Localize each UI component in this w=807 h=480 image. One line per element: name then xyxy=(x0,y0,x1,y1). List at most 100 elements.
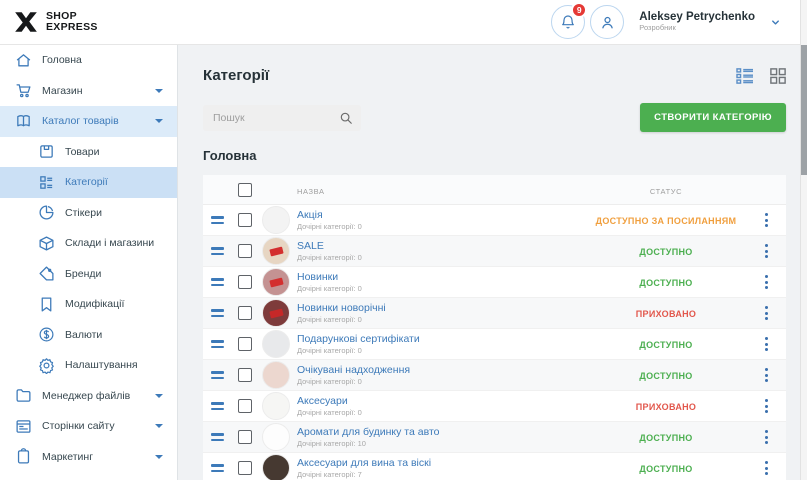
sidebar-item-file-manager[interactable]: Менеджер файлів xyxy=(0,381,177,412)
row-checkbox[interactable] xyxy=(238,399,252,413)
category-name-link[interactable]: Аксесуари для вина та віскі xyxy=(297,457,586,470)
row-menu-button[interactable] xyxy=(762,458,771,478)
user-menu-chevron-icon[interactable] xyxy=(770,17,781,28)
sidebar-item-label: Категорії xyxy=(65,176,108,188)
row-menu-button[interactable] xyxy=(762,334,771,354)
status-label: ДОСТУПНО xyxy=(639,371,692,381)
categories-icon xyxy=(38,174,55,191)
children-count: Дочірні категорії: 0 xyxy=(297,346,586,355)
children-count: Дочірні категорії: 0 xyxy=(297,222,586,231)
children-count: Дочірні категорії: 7 xyxy=(297,470,586,479)
children-count: Дочірні категорії: 0 xyxy=(297,253,586,262)
row-checkbox[interactable] xyxy=(238,430,252,444)
sidebar-item-brands[interactable]: Бренди xyxy=(0,259,177,290)
sidebar-item-catalog[interactable]: Каталог товарів xyxy=(0,106,177,137)
category-thumbnail xyxy=(262,206,290,234)
settings-icon xyxy=(38,357,55,374)
list-view-toggle[interactable] xyxy=(736,68,754,84)
sidebar-item-home[interactable]: Головна xyxy=(0,45,177,76)
grid-view-icon xyxy=(770,68,786,84)
sidebar-item-currencies[interactable]: Валюти xyxy=(0,320,177,351)
sidebar-item-warehouses[interactable]: Склади і магазини xyxy=(0,228,177,259)
row-menu-button[interactable] xyxy=(762,272,771,292)
row-menu-button[interactable] xyxy=(762,396,771,416)
search-input[interactable] xyxy=(203,105,361,131)
drag-handle[interactable] xyxy=(211,464,224,472)
row-checkbox[interactable] xyxy=(238,275,252,289)
children-count: Дочірні категорії: 10 xyxy=(297,439,586,448)
select-all-checkbox[interactable] xyxy=(238,183,252,197)
scrollbar-thumb[interactable] xyxy=(801,45,807,175)
category-name-link[interactable]: Подарункові сертифікати xyxy=(297,333,586,346)
category-name-link[interactable]: Новинки xyxy=(297,271,586,284)
sidebar-item-marketing[interactable]: Маркетинг xyxy=(0,442,177,473)
table-row: Очікувані надходження Дочірні категорії:… xyxy=(203,360,786,391)
avatar[interactable] xyxy=(590,5,624,39)
row-checkbox[interactable] xyxy=(238,213,252,227)
row-menu-button[interactable] xyxy=(762,241,771,261)
category-thumbnail xyxy=(262,330,290,358)
row-checkbox[interactable] xyxy=(238,337,252,351)
create-category-button[interactable]: СТВОРИТИ КАТЕГОРІЮ xyxy=(640,103,786,132)
category-name-link[interactable]: Аксесуари xyxy=(297,395,586,408)
sidebar-item-label: Товари xyxy=(65,146,99,158)
status-label: ДОСТУПНО xyxy=(639,278,692,288)
category-name-link[interactable]: Новинки новорічні xyxy=(297,302,586,315)
drag-handle[interactable] xyxy=(211,278,224,286)
drag-handle[interactable] xyxy=(211,216,224,224)
products-icon xyxy=(38,143,55,160)
sidebar-item-label: Менеджер файлів xyxy=(42,390,130,402)
drag-handle[interactable] xyxy=(211,402,224,410)
category-thumbnail xyxy=(262,423,290,451)
drag-handle[interactable] xyxy=(211,247,224,255)
row-checkbox[interactable] xyxy=(238,461,252,475)
status-label: ДОСТУПНО xyxy=(639,340,692,350)
grid-view-toggle[interactable] xyxy=(770,68,786,84)
row-checkbox[interactable] xyxy=(238,306,252,320)
notifications-button[interactable]: 9 xyxy=(551,5,585,39)
sidebar-item-categories[interactable]: Категорії xyxy=(0,167,177,198)
sidebar-item-settings[interactable]: Налаштування xyxy=(0,350,177,381)
brand-name: SHOP EXPRESS xyxy=(46,11,98,33)
table-row: Подарункові сертифікати Дочірні категорі… xyxy=(203,329,786,360)
children-count: Дочірні категорії: 0 xyxy=(297,284,586,293)
drag-handle[interactable] xyxy=(211,371,224,379)
status-label: ДОСТУПНО xyxy=(639,247,692,257)
row-menu-button[interactable] xyxy=(762,365,771,385)
row-menu-button[interactable] xyxy=(762,210,771,230)
drag-handle[interactable] xyxy=(211,433,224,441)
section-title: Головна xyxy=(203,148,786,163)
sidebar-item-products[interactable]: Товари xyxy=(0,137,177,168)
sticker-icon xyxy=(38,204,55,221)
drag-handle[interactable] xyxy=(211,340,224,348)
notifications-badge: 9 xyxy=(571,2,587,18)
column-header-status: СТАТУС xyxy=(650,187,682,196)
category-thumbnail xyxy=(262,268,290,296)
table-header: НАЗВА СТАТУС xyxy=(203,175,786,205)
row-checkbox[interactable] xyxy=(238,244,252,258)
row-menu-button[interactable] xyxy=(762,427,771,447)
row-menu-button[interactable] xyxy=(762,303,771,323)
category-thumbnail xyxy=(262,454,290,480)
categories-table: НАЗВА СТАТУС Акція Дочірні категорії: 0 … xyxy=(203,175,786,480)
sidebar-item-shop[interactable]: Магазин xyxy=(0,76,177,107)
sidebar-item-label: Стікери xyxy=(65,207,102,219)
category-name-link[interactable]: Очікувані надходження xyxy=(297,364,586,377)
category-name-link[interactable]: Акція xyxy=(297,209,586,222)
sidebar-item-stickers[interactable]: Стікери xyxy=(0,198,177,229)
user-info[interactable]: Aleksey Petrychenko Розробник xyxy=(639,11,755,33)
table-row: Аксесуари Дочірні категорії: 0 ПРИХОВАНО xyxy=(203,391,786,422)
sidebar-item-modifications[interactable]: Модифікації xyxy=(0,289,177,320)
home-icon xyxy=(15,52,32,69)
drag-handle[interactable] xyxy=(211,309,224,317)
scrollbar-track[interactable] xyxy=(800,0,807,480)
sidebar: Головна Магазин Каталог товарів Товари К… xyxy=(0,45,178,480)
sidebar-item-label: Сторінки сайту xyxy=(42,420,115,432)
warehouse-icon xyxy=(38,235,55,252)
sidebar-item-label: Налаштування xyxy=(65,359,138,371)
pages-icon xyxy=(15,418,32,435)
row-checkbox[interactable] xyxy=(238,368,252,382)
sidebar-item-site-pages[interactable]: Сторінки сайту xyxy=(0,411,177,442)
category-name-link[interactable]: SALE xyxy=(297,240,586,253)
category-name-link[interactable]: Аромати для будинку та авто xyxy=(297,426,586,439)
